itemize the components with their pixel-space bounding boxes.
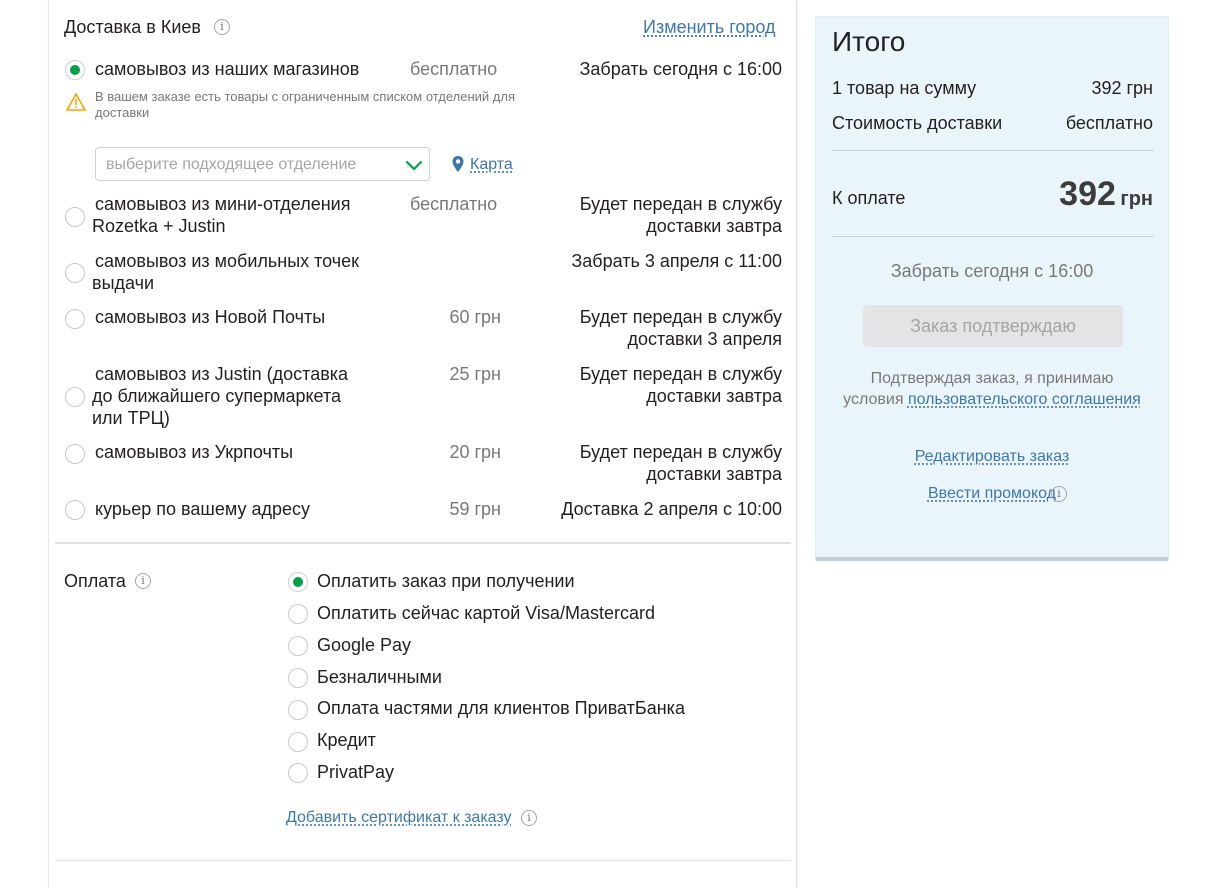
- user-agreement-link[interactable]: пользовательского соглашения: [908, 391, 1141, 408]
- payment-radio-cashless[interactable]: [288, 668, 308, 688]
- delivery-option-name-line2: выдачи: [92, 273, 155, 293]
- delivery-option-when: Забрать сегодня с 16:00: [579, 59, 782, 79]
- delivery-warning-text: В вашем заказе есть товары с ограниченны…: [95, 89, 516, 120]
- delivery-radio-mobile-points[interactable]: [65, 263, 85, 283]
- delivery-option-name: самовывоз из наших магазинов: [95, 59, 360, 79]
- delivery-option-when: Будет передан в службу: [579, 364, 782, 384]
- delivery-option-when-line2: доставки 3 апреля: [627, 329, 782, 349]
- change-city-link[interactable]: Изменить город: [643, 16, 776, 38]
- promo-info-icon[interactable]: i: [1051, 486, 1067, 502]
- delivery-option-price: 60 грн: [449, 307, 501, 327]
- delivery-option-price: бесплатно: [410, 194, 498, 214]
- delivery-option-price: 59 грн: [449, 499, 501, 519]
- section-divider: [55, 860, 791, 861]
- map-pin-icon: [452, 156, 464, 172]
- enter-promo-link[interactable]: Ввести промокод: [928, 485, 1056, 502]
- terms-line-1: Подтверждая заказ, я принимаю: [870, 370, 1114, 387]
- map-link[interactable]: Карта: [470, 155, 513, 175]
- payment-radio-credit[interactable]: [288, 732, 308, 752]
- summary-title: Итого: [832, 26, 906, 57]
- delivery-option-name-line2: до ближайшего супермаркета: [92, 386, 342, 406]
- summary-total-currency: грн: [1120, 188, 1153, 210]
- branch-select-placeholder: выберите подходящее отделение: [106, 156, 357, 173]
- payment-radio-privatpay[interactable]: [288, 763, 308, 783]
- summary-items-label: 1 товар на сумму: [832, 78, 977, 98]
- delivery-radio-nova-poshta[interactable]: [65, 309, 85, 329]
- delivery-option-when: Будет передан в службу: [579, 307, 782, 327]
- summary-total-label: К оплате: [832, 188, 906, 208]
- delivery-option-name-line3: или ТРЦ): [92, 408, 170, 428]
- delivery-radio-mini-branch[interactable]: [65, 207, 85, 227]
- payment-option-label: Безналичными: [317, 667, 442, 687]
- delivery-option-when: Забрать 3 апреля с 11:00: [571, 251, 782, 271]
- payment-option-label: Оплатить заказ при получении: [317, 571, 575, 591]
- delivery-option-when: Будет передан в службу: [579, 194, 782, 214]
- summary-divider: [832, 236, 1154, 237]
- delivery-radio-ukrposhta[interactable]: [65, 444, 85, 464]
- certificate-info-icon[interactable]: i: [521, 810, 537, 826]
- delivery-option-when-line2: доставки завтра: [646, 386, 782, 406]
- delivery-option-price: 25 грн: [449, 364, 501, 384]
- edit-order-link[interactable]: Редактировать заказ: [816, 447, 1168, 467]
- delivery-option-name: курьер по вашему адресу: [95, 499, 310, 519]
- payment-option-label: PrivatPay: [317, 762, 395, 782]
- delivery-option-when-line2: доставки завтра: [646, 464, 782, 484]
- warning-icon: [66, 93, 86, 111]
- add-certificate-link[interactable]: Добавить сертификат к заказу: [286, 808, 512, 828]
- delivery-option-name: самовывоз из Укрпочты: [95, 442, 294, 462]
- delivery-radio-store-pickup[interactable]: [65, 60, 85, 80]
- payment-radio-card[interactable]: [288, 604, 308, 624]
- promo-row: Ввести промокод: [816, 484, 1168, 504]
- summary-delivery-label: Стоимость доставки: [832, 113, 1003, 133]
- order-summary-card: Итого 1 товар на сумму 392 грн Стоимость…: [815, 16, 1169, 561]
- summary-pickup-note: Забрать сегодня с 16:00: [890, 261, 1094, 281]
- payment-option-label: Оплата частями для клиентов ПриватБанка: [317, 698, 685, 718]
- delivery-radio-justin[interactable]: [65, 387, 85, 407]
- payment-info-icon[interactable]: i: [135, 573, 151, 589]
- payment-option-label: Google Pay: [317, 635, 412, 655]
- confirm-order-button[interactable]: Заказ подтверждаю: [863, 305, 1123, 347]
- payment-radio-installments[interactable]: [288, 700, 308, 720]
- delivery-option-name: самовывоз из Новой Почты: [95, 307, 326, 327]
- delivery-title: Доставка в Киев: [64, 17, 201, 37]
- summary-items-value: 392 грн: [1091, 78, 1153, 98]
- summary-total: 392 грн: [1059, 174, 1153, 214]
- terms-line-2: условия пользовательского соглашения: [816, 390, 1168, 410]
- payment-title: Оплата: [64, 571, 126, 591]
- branch-select[interactable]: выберите подходящее отделение: [95, 147, 430, 181]
- delivery-option-price: бесплатно: [410, 59, 498, 79]
- delivery-option-name: самовывоз из мобильных точек: [95, 251, 360, 271]
- delivery-radio-courier[interactable]: [65, 500, 85, 520]
- delivery-option-when: Доставка 2 апреля с 10:00: [561, 499, 782, 519]
- section-divider: [55, 542, 791, 544]
- payment-option-label: Оплатить сейчас картой Visa/Mastercard: [317, 603, 655, 623]
- summary-divider: [832, 150, 1154, 151]
- payment-radio-on-delivery[interactable]: [288, 572, 308, 592]
- delivery-option-when: Будет передан в службу: [579, 442, 782, 462]
- delivery-info-icon[interactable]: i: [214, 19, 230, 35]
- delivery-option-name: самовывоз из мини-отделения: [95, 194, 351, 214]
- summary-total-amount: 392: [1059, 175, 1116, 213]
- delivery-option-price: 20 грн: [449, 442, 501, 462]
- delivery-option-when-line2: доставки завтра: [646, 216, 782, 236]
- payment-option-label: Кредит: [317, 730, 376, 750]
- chevron-down-icon: [405, 160, 423, 171]
- delivery-option-name-line2: Rozetka + Justin: [92, 216, 226, 236]
- payment-radio-google-pay[interactable]: [288, 636, 308, 656]
- delivery-option-name: самовывоз из Justin (доставка: [95, 364, 349, 384]
- terms-conditions-text: условия: [843, 391, 904, 408]
- summary-delivery-value: бесплатно: [1065, 113, 1153, 133]
